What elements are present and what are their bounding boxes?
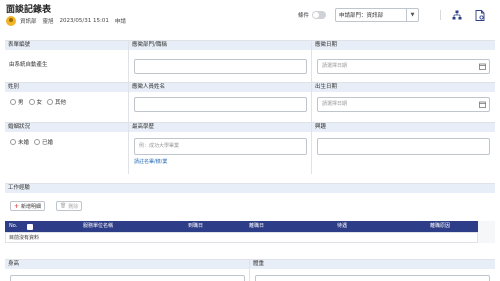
education-input[interactable]: 例：成功大學畢業	[134, 138, 307, 155]
applicant-name-cell: 應徵人員姓名	[129, 83, 312, 122]
weight-input[interactable]	[255, 275, 490, 281]
weight-label: 體重	[250, 260, 495, 269]
radio-icon	[28, 99, 35, 105]
gender-option-female[interactable]: 女	[28, 98, 42, 106]
chevron-down-icon[interactable]: ▼	[406, 9, 418, 21]
dept-title-label: 應徵部門/職稱	[129, 41, 311, 50]
document-icon[interactable]	[474, 9, 486, 21]
form-no-cell: 表單編號 由系統自動產生	[5, 41, 129, 82]
avatar	[6, 16, 16, 26]
page-title: 面談記錄表	[6, 5, 52, 15]
marital-cell: 婚姻狀況 未婚 已婚	[5, 123, 129, 174]
plus-icon: +	[14, 202, 20, 210]
header-bar: 面談記錄表 資訊部 靈旭 2023/05/31 15:01 申請 條件 申請部門…	[0, 0, 500, 32]
gender-label: 姓別	[5, 83, 128, 92]
marital-radio-group: 未婚 已婚	[10, 138, 58, 146]
birth-date-label: 出生日期	[312, 83, 495, 92]
timestamp: 2023/05/31 15:01	[59, 18, 109, 24]
col-no: No.	[9, 223, 18, 229]
delete-button[interactable]: 🗑 刪除	[56, 201, 83, 211]
condition-toggle[interactable]	[312, 11, 327, 19]
education-label: 最高學歷	[129, 123, 311, 132]
applicant-name-label: 應徵人員姓名	[129, 83, 311, 92]
trash-icon: 🗑	[60, 203, 67, 209]
birth-date-input[interactable]: 請選擇日期	[317, 97, 490, 112]
birth-date-placeholder: 請選擇日期	[322, 101, 348, 107]
gender-cell: 姓別 男 女 其他	[5, 83, 129, 122]
interests-label: 興趣	[312, 123, 495, 132]
height-input[interactable]	[10, 275, 245, 281]
dept-title-input[interactable]	[134, 59, 307, 74]
marital-option-married[interactable]: 已婚	[34, 138, 53, 146]
height-cell: 身高	[5, 260, 250, 281]
checkbox-icon	[27, 223, 33, 230]
status-badge: 申請	[114, 19, 126, 25]
radio-icon	[34, 139, 41, 145]
dept-select-value: 申請部門：資訊部	[339, 13, 384, 19]
toolbar-divider	[440, 10, 441, 20]
body-metrics-row: 身高 體重	[5, 259, 495, 281]
dept-title-cell: 應徵部門/職稱	[129, 41, 312, 82]
apply-date-placeholder: 請選擇日期	[322, 63, 348, 69]
form-no-value: 由系統自動產生	[9, 62, 48, 68]
gender-option-other[interactable]: 其他	[47, 98, 66, 106]
col-select-all[interactable]	[27, 221, 41, 232]
education-links[interactable]: 請註名畢/肄/業	[134, 158, 167, 165]
radio-icon	[10, 99, 16, 105]
form-row-2: 姓別 男 女 其他 應徵人員姓名 出生日期 請選擇日期	[5, 82, 495, 122]
radio-icon	[10, 139, 16, 145]
col-leave-reason: 離職原因	[430, 223, 451, 229]
org-chart-icon[interactable]	[451, 9, 463, 21]
condition-toggle-group: 條件	[298, 11, 327, 19]
applicant-name-input[interactable]	[134, 97, 307, 112]
apply-date-cell: 應徵日期 請選擇日期	[312, 41, 495, 82]
col-end-date: 離職日	[249, 223, 265, 229]
col-company: 服務單位名稱	[83, 223, 114, 229]
marital-label: 婚姻狀況	[5, 123, 128, 132]
col-blank	[41, 221, 61, 232]
form-row-1: 表單編號 由系統自動產生 應徵部門/職稱 應徵日期 請選擇日期	[5, 40, 495, 82]
calendar-icon[interactable]	[476, 98, 489, 111]
dept-select[interactable]: 申請部門：資訊部 ▼	[335, 8, 419, 22]
gender-radio-group: 男 女 其他	[10, 98, 71, 106]
grid-scroll-gutter	[478, 221, 495, 243]
work-experience-label: 工作經驗	[5, 184, 495, 193]
work-experience-section: 工作經驗 + 新增明細 🗑 刪除 No. 服務單位名稱 到職日 離職日 待遇 離…	[5, 183, 495, 251]
applicant-meta: 資訊部 靈旭 2023/05/31 15:01 申請	[6, 15, 132, 27]
interests-input[interactable]	[317, 138, 490, 155]
work-grid-empty-row: 目前沒有資料	[5, 232, 478, 243]
add-row-button[interactable]: + 新增明細	[10, 201, 46, 211]
user-dept: 資訊部	[20, 19, 37, 25]
apply-date-label: 應徵日期	[312, 41, 495, 50]
work-grid-header: No. 服務單位名稱 到職日 離職日 待遇 離職原因	[5, 221, 478, 232]
col-salary: 待遇	[337, 223, 348, 229]
calendar-icon[interactable]	[476, 60, 489, 73]
birth-date-cell: 出生日期 請選擇日期	[312, 83, 495, 122]
education-placeholder: 例：成功大學畢業	[139, 143, 180, 149]
col-start-date: 到職日	[188, 223, 204, 229]
form-no-label: 表單編號	[5, 41, 128, 50]
condition-label: 條件	[298, 13, 310, 19]
gender-option-male[interactable]: 男	[10, 98, 24, 106]
education-cell: 最高學歷 例：成功大學畢業 請註名畢/肄/業	[129, 123, 312, 174]
apply-date-input[interactable]: 請選擇日期	[317, 59, 490, 74]
height-label: 身高	[5, 260, 249, 269]
user-name: 靈旭	[42, 19, 54, 25]
interests-cell: 興趣	[312, 123, 495, 174]
marital-option-single[interactable]: 未婚	[10, 138, 29, 146]
interview-form: 表單編號 由系統自動產生 應徵部門/職稱 應徵日期 請選擇日期 姓別 男 女 其…	[5, 40, 495, 174]
radio-icon	[47, 99, 54, 105]
weight-cell: 體重	[250, 260, 495, 281]
form-row-3: 婚姻狀況 未婚 已婚 最高學歷 例：成功大學畢業 請註名畢/肄/業 興趣	[5, 122, 495, 174]
empty-state-text: 目前沒有資料	[9, 235, 40, 241]
